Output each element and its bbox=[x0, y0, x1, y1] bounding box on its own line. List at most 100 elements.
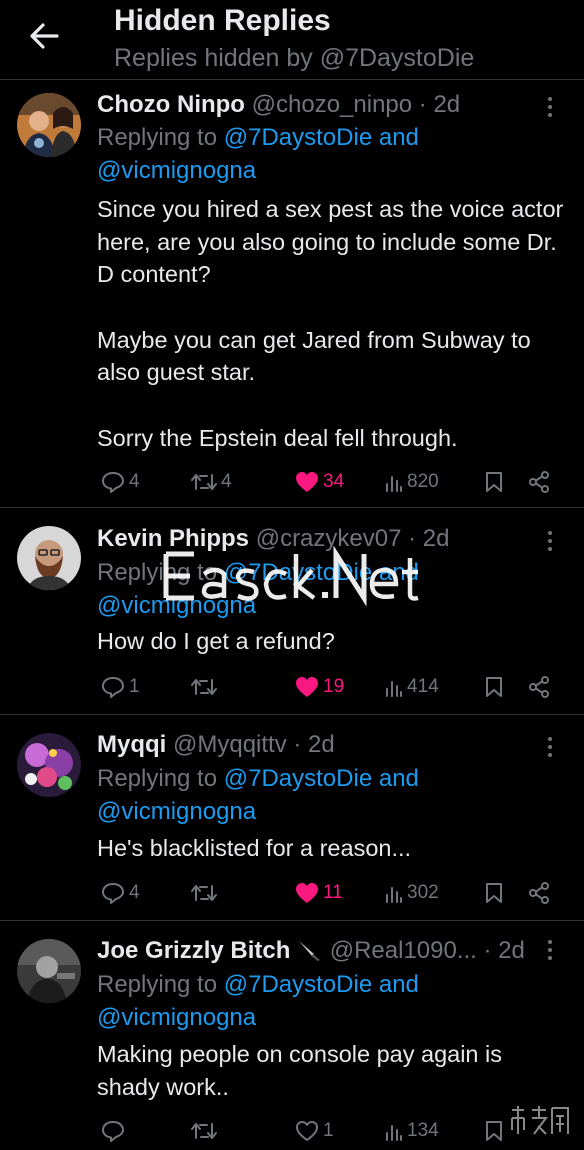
more-options-button[interactable] bbox=[542, 526, 558, 556]
bookmark-icon bbox=[486, 1121, 502, 1141]
mention-link[interactable]: @vicmignogna bbox=[97, 798, 256, 825]
tweet-header: Kevin Phipps @crazykev07 · 2d bbox=[97, 522, 534, 556]
tweet-actions: 1 134 bbox=[97, 1115, 557, 1147]
timestamp[interactable]: · 2d bbox=[408, 525, 449, 552]
reply-icon bbox=[102, 472, 124, 493]
reply-button[interactable]: 4 bbox=[101, 466, 140, 498]
like-button[interactable]: 19 bbox=[295, 671, 344, 703]
author-handle[interactable]: @chozo_ninpo bbox=[252, 91, 412, 118]
arrow-left-icon bbox=[30, 23, 59, 49]
mention-link[interactable]: @7DaystoDie bbox=[224, 124, 372, 151]
reply-button[interactable] bbox=[101, 1115, 129, 1147]
avatar[interactable] bbox=[17, 733, 81, 797]
share-button[interactable] bbox=[528, 671, 550, 703]
avatar[interactable] bbox=[17, 939, 81, 1003]
share-button[interactable] bbox=[528, 466, 550, 498]
like-button[interactable]: 34 bbox=[295, 466, 344, 498]
view-count: 302 bbox=[407, 882, 439, 903]
replying-to: Replying to @7DaystoDie and @vicmignogna bbox=[97, 765, 419, 825]
author-handle[interactable]: @Myqqittv bbox=[173, 731, 287, 758]
author-name[interactable]: Joe Grizzly Bitch bbox=[97, 937, 290, 964]
avatar[interactable] bbox=[17, 526, 81, 590]
repost-icon bbox=[191, 1123, 217, 1139]
tweet[interactable]: Joe Grizzly Bitch @Real1090... · 2d Repl… bbox=[0, 921, 584, 1150]
views-button[interactable]: 134 bbox=[385, 1115, 439, 1147]
heart-filled-icon bbox=[296, 677, 318, 697]
page-header: Hidden Replies Replies hidden by @7Dayst… bbox=[0, 0, 584, 80]
timestamp[interactable]: · 2d bbox=[419, 91, 460, 118]
author-handle[interactable]: @Real1090... bbox=[330, 937, 477, 964]
tweet-text: Since you hired a sex pest as the voice … bbox=[97, 196, 564, 451]
reply-count: 1 bbox=[129, 676, 140, 697]
mention-link[interactable]: @7DaystoDie bbox=[224, 765, 372, 792]
replying-to: Replying to @7DaystoDie and @vicmignogna bbox=[97, 559, 419, 619]
knife-emoji-icon bbox=[299, 941, 321, 961]
back-button[interactable] bbox=[24, 18, 64, 54]
mention-link[interactable]: @vicmignogna bbox=[97, 1004, 256, 1031]
tweet-header: Joe Grizzly Bitch @Real1090... · 2d bbox=[97, 934, 534, 968]
bookmark-button[interactable] bbox=[485, 466, 503, 498]
bookmark-button[interactable] bbox=[485, 877, 503, 909]
tweet[interactable]: Kevin Phipps @crazykev07 · 2d Replying t… bbox=[0, 508, 584, 715]
share-icon bbox=[529, 882, 549, 904]
repost-icon bbox=[191, 679, 217, 695]
like-count: 34 bbox=[323, 471, 345, 492]
bookmark-button[interactable] bbox=[485, 1115, 503, 1147]
more-options-button[interactable] bbox=[542, 92, 558, 122]
reply-icon bbox=[102, 883, 124, 904]
mention-link[interactable]: @vicmignogna bbox=[97, 157, 256, 184]
more-options-button[interactable] bbox=[542, 935, 558, 965]
repost-button[interactable] bbox=[191, 1115, 221, 1147]
author-name[interactable]: Chozo Ninpo bbox=[97, 91, 245, 118]
heart-filled-icon bbox=[296, 883, 318, 903]
mention-link[interactable]: @vicmignogna bbox=[97, 592, 256, 619]
repost-button[interactable] bbox=[191, 877, 221, 909]
author-name[interactable]: Kevin Phipps bbox=[97, 525, 249, 552]
repost-button[interactable] bbox=[191, 671, 221, 703]
bookmark-icon bbox=[486, 677, 502, 697]
like-button[interactable]: 1 bbox=[295, 1115, 334, 1147]
reply-button[interactable]: 1 bbox=[101, 671, 140, 703]
author-handle[interactable]: @crazykev07 bbox=[256, 525, 402, 552]
views-button[interactable]: 302 bbox=[385, 877, 439, 909]
tweet-actions: 1 19 414 bbox=[97, 671, 557, 703]
tweet-actions: 4 11 302 bbox=[97, 877, 557, 909]
page-subtitle: Replies hidden by @7DaystoDie bbox=[114, 44, 475, 72]
views-bar-icon bbox=[386, 1125, 402, 1141]
view-count: 134 bbox=[407, 1120, 439, 1141]
avatar[interactable] bbox=[17, 93, 81, 157]
timestamp[interactable]: · 2d bbox=[293, 731, 334, 758]
views-bar-icon bbox=[386, 681, 402, 697]
views-bar-icon bbox=[386, 476, 402, 492]
timestamp[interactable]: · 2d bbox=[484, 937, 525, 964]
heart-filled-icon bbox=[296, 472, 318, 492]
bookmark-icon bbox=[486, 883, 502, 903]
repost-count: 4 bbox=[221, 471, 232, 492]
views-button[interactable]: 414 bbox=[385, 671, 439, 703]
mention-link[interactable]: @7DaystoDie bbox=[224, 559, 372, 586]
reply-count: 4 bbox=[129, 882, 140, 903]
bookmark-icon bbox=[486, 472, 502, 492]
repost-icon bbox=[191, 885, 217, 901]
tweet-header: Chozo Ninpo @chozo_ninpo · 2d bbox=[97, 88, 534, 122]
like-count: 1 bbox=[323, 1120, 334, 1141]
heart-outline-icon bbox=[296, 1121, 318, 1141]
share-button[interactable] bbox=[528, 877, 550, 909]
tweet[interactable]: Myqqi @Myqqittv · 2d Replying to @7Dayst… bbox=[0, 715, 584, 921]
replying-to: Replying to @7DaystoDie and @vicmignogna bbox=[97, 124, 419, 184]
tweet[interactable]: Chozo Ninpo @chozo_ninpo · 2d Replying t… bbox=[0, 80, 584, 508]
replying-to: Replying to @7DaystoDie and @vicmignogna bbox=[97, 971, 419, 1031]
views-button[interactable]: 820 bbox=[385, 466, 439, 498]
reply-button[interactable]: 4 bbox=[101, 877, 140, 909]
more-options-button[interactable] bbox=[542, 732, 558, 762]
repost-button[interactable]: 4 bbox=[191, 466, 232, 498]
mention-link[interactable]: @7DaystoDie bbox=[224, 971, 372, 998]
tweet-actions: 4 4 34 820 bbox=[97, 466, 557, 498]
reply-count: 4 bbox=[129, 471, 140, 492]
like-button[interactable]: 11 bbox=[295, 877, 343, 909]
bookmark-button[interactable] bbox=[485, 671, 503, 703]
author-name[interactable]: Myqqi bbox=[97, 731, 166, 758]
reply-icon bbox=[102, 677, 124, 698]
views-bar-icon bbox=[386, 887, 402, 903]
view-count: 414 bbox=[407, 676, 439, 697]
